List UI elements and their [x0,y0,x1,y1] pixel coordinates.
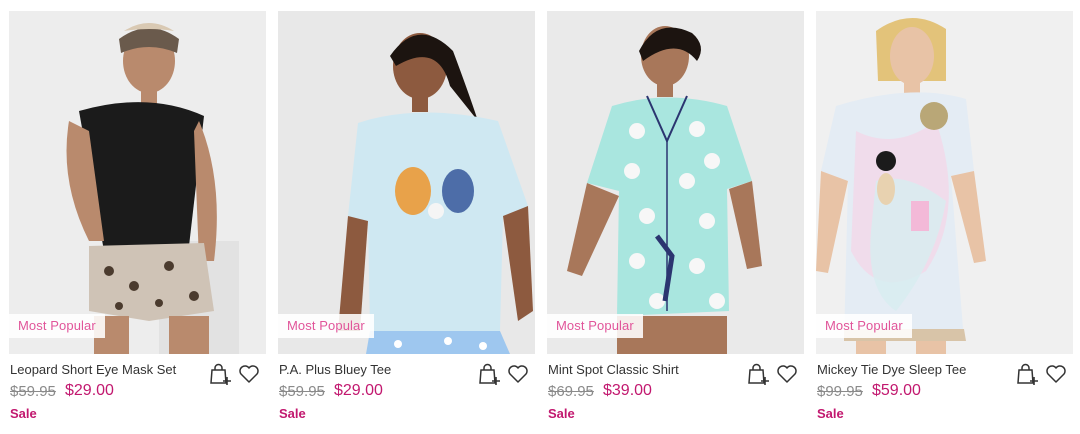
model-photo-mickey-tee [816,11,1073,354]
model-photo-bluey-tee [278,11,535,354]
model-photo-mint-spot-shirt [547,11,804,354]
product-actions [745,361,800,387]
original-price: $69.95 [548,383,594,400]
wishlist-button[interactable] [236,361,262,387]
original-price: $59.95 [10,383,56,400]
add-to-bag-icon [210,363,231,385]
sale-price: $39.00 [603,382,652,399]
wishlist-button[interactable] [774,361,800,387]
product-actions [476,361,531,387]
sale-label: Sale [548,406,575,421]
most-popular-badge: Most Popular [547,314,643,338]
product-info: Mint Spot Classic Shirt $69.95 $39.00 Sa… [547,354,804,434]
most-popular-badge: Most Popular [816,314,912,338]
sale-label: Sale [817,406,844,421]
product-info: P.A. Plus Bluey Tee $59.95 $29.00 Sale [278,354,535,434]
most-popular-badge: Most Popular [278,314,374,338]
product-info: Mickey Tie Dye Sleep Tee $99.95 $59.00 S… [816,354,1073,434]
product-image[interactable]: Most Popular [816,11,1073,354]
sale-price: $29.00 [334,382,383,399]
product-grid: Most Popular Leopard Short Eye Mask Set … [0,0,1080,434]
sale-price: $29.00 [65,382,114,399]
product-image[interactable]: Most Popular [278,11,535,354]
model-photo-leopard-set [9,11,266,354]
product-card[interactable]: Most Popular Mint Spot Classic Shirt $69… [547,11,804,434]
product-card[interactable]: Most Popular Leopard Short Eye Mask Set … [9,11,266,434]
product-card[interactable]: Most Popular P.A. Plus Bluey Tee $59.95 … [278,11,535,434]
product-name[interactable]: P.A. Plus Bluey Tee [279,362,391,377]
add-to-bag-icon [479,363,500,385]
wishlist-heart-icon [1046,365,1066,383]
product-info: Leopard Short Eye Mask Set $59.95 $29.00… [9,354,266,434]
wishlist-button[interactable] [1043,361,1069,387]
wishlist-button[interactable] [505,361,531,387]
product-image[interactable]: Most Popular [9,11,266,354]
add-to-bag-icon [1017,363,1038,385]
sale-price: $59.00 [872,382,921,399]
product-name[interactable]: Mickey Tie Dye Sleep Tee [817,362,966,377]
wishlist-heart-icon [777,365,797,383]
add-to-bag-button[interactable] [1014,361,1040,387]
original-price: $59.95 [279,383,325,400]
sale-label: Sale [10,406,37,421]
original-price: $99.95 [817,383,863,400]
most-popular-badge: Most Popular [9,314,105,338]
product-name[interactable]: Mint Spot Classic Shirt [548,362,679,377]
product-image[interactable]: Most Popular [547,11,804,354]
sale-label: Sale [279,406,306,421]
wishlist-heart-icon [239,365,259,383]
product-card[interactable]: Most Popular Mickey Tie Dye Sleep Tee $9… [816,11,1073,434]
product-actions [207,361,262,387]
product-actions [1014,361,1069,387]
wishlist-heart-icon [508,365,528,383]
add-to-bag-button[interactable] [745,361,771,387]
add-to-bag-button[interactable] [207,361,233,387]
product-name[interactable]: Leopard Short Eye Mask Set [10,362,176,377]
add-to-bag-icon [748,363,769,385]
add-to-bag-button[interactable] [476,361,502,387]
